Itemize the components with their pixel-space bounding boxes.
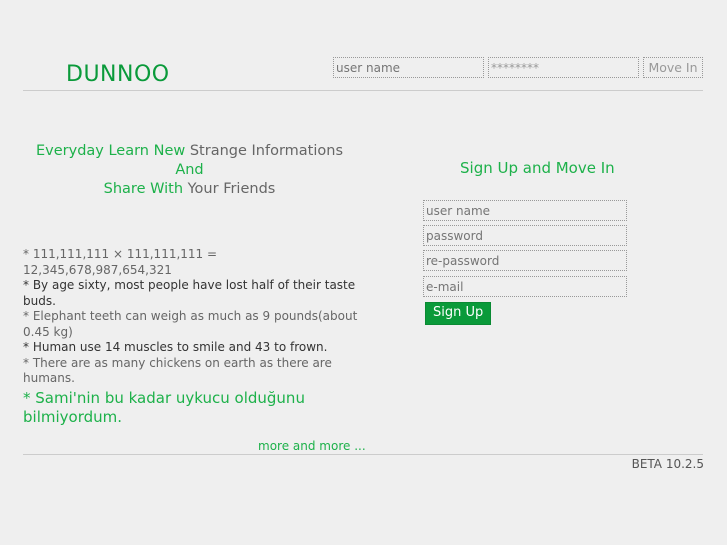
facts-list: * 111,111,111 × 111,111,111 = 12,345,678… — [23, 247, 358, 427]
footer-divider — [23, 454, 703, 455]
fact-item: * Sami'nin bu kadar uykucu olduğunu bilm… — [23, 388, 305, 426]
tagline-green-1: Everyday Learn New — [35, 143, 186, 159]
login-password-input[interactable] — [488, 57, 639, 78]
signup-password-input[interactable] — [423, 225, 627, 246]
logo[interactable]: DUNNOO — [66, 62, 170, 87]
header-divider — [23, 90, 703, 91]
fact-item: * By age sixty, most people have lost ha… — [23, 278, 356, 308]
fact-item: * There are as many chickens on earth as… — [23, 355, 332, 386]
move-in-button[interactable]: Move In — [643, 57, 703, 78]
version-label: BETA 10.2.5 — [631, 457, 704, 471]
login-username-input[interactable] — [333, 57, 484, 78]
fact-item: * 111,111,111 × 111,111,111 = 12,345,678… — [23, 247, 218, 277]
signup-username-input[interactable] — [423, 200, 627, 221]
tagline-and: And — [175, 162, 204, 178]
signup-repassword-input[interactable] — [423, 250, 627, 271]
tagline-gray-3: Your Friends — [187, 181, 276, 197]
fact-item: * Elephant teeth can weigh as much as 9 … — [23, 309, 358, 339]
more-link[interactable]: more and more ... — [258, 439, 366, 453]
signup-title: Sign Up and Move In — [460, 159, 615, 177]
tagline-gray-1: Strange Informations — [189, 143, 343, 159]
signup-email-input[interactable] — [423, 276, 627, 297]
fact-item: * Human use 14 muscles to smile and 43 t… — [23, 340, 328, 354]
tagline-green-3: Share With — [103, 181, 184, 197]
sign-up-button[interactable]: Sign Up — [425, 302, 492, 325]
tagline: Everyday Learn New Strange Informations … — [23, 142, 356, 199]
